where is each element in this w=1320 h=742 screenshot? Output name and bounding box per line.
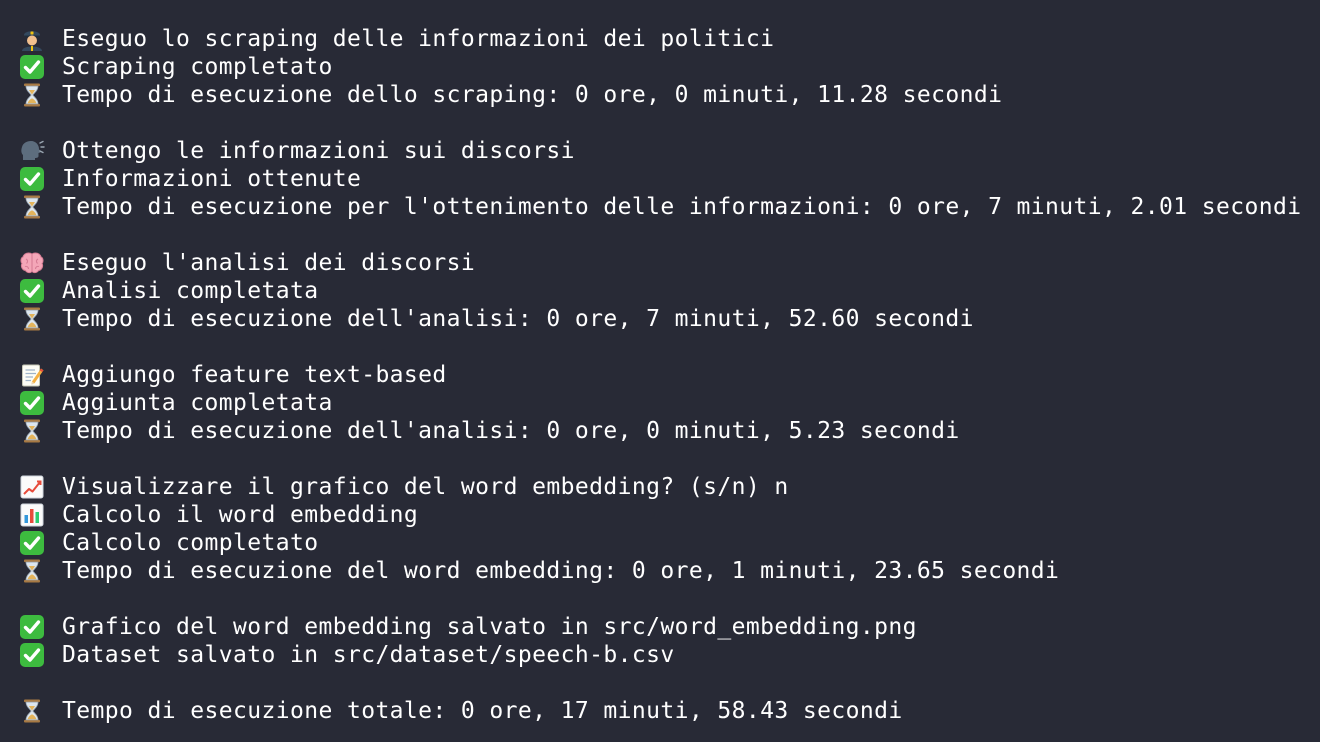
chart-increasing-icon	[19, 474, 45, 500]
output-line-text: Aggiunta completata	[62, 390, 333, 416]
output-line-text: Aggiungo feature text-based	[62, 362, 447, 388]
output-line: Visualizzare il grafico del word embeddi…	[19, 473, 1320, 501]
output-line: Tempo di esecuzione dell'analisi: 0 ore,…	[19, 305, 1320, 333]
output-line: Grafico del word embedding salvato in sr…	[19, 613, 1320, 641]
check-mark-icon	[19, 642, 45, 668]
police-officer-icon	[19, 26, 45, 52]
hourglass-icon	[19, 698, 45, 724]
memo-icon	[19, 362, 45, 388]
output-line-text: Tempo di esecuzione dell'analisi: 0 ore,…	[62, 306, 974, 332]
output-line-text: Calcolo completato	[62, 530, 319, 556]
speaking-head-icon	[19, 138, 45, 164]
output-line: Ottengo le informazioni sui discorsi	[19, 137, 1320, 165]
output-line-text: Tempo di esecuzione per l'ottenimento de…	[62, 194, 1302, 220]
output-line: Tempo di esecuzione dell'analisi: 0 ore,…	[19, 417, 1320, 445]
check-mark-icon	[19, 278, 45, 304]
output-line-text: Tempo di esecuzione del word embedding: …	[62, 558, 1060, 584]
brain-icon	[19, 250, 45, 276]
hourglass-icon	[19, 82, 45, 108]
check-mark-icon	[19, 166, 45, 192]
output-line: Calcolo completato	[19, 529, 1320, 557]
check-mark-icon	[19, 614, 45, 640]
output-line-text: Dataset salvato in src/dataset/speech-b.…	[62, 642, 675, 668]
output-line-text: Ottengo le informazioni sui discorsi	[62, 138, 575, 164]
output-line: Eseguo lo scraping delle informazioni de…	[19, 25, 1320, 53]
output-line: Calcolo il word embedding	[19, 501, 1320, 529]
output-line-text: Eseguo l'analisi dei discorsi	[62, 250, 476, 276]
output-line: Aggiunta completata	[19, 389, 1320, 417]
output-line: Tempo di esecuzione del word embedding: …	[19, 557, 1320, 585]
output-line-text: Visualizzare il grafico del word embeddi…	[62, 474, 789, 500]
hourglass-icon	[19, 418, 45, 444]
check-mark-icon	[19, 54, 45, 80]
check-mark-icon	[19, 530, 45, 556]
output-line-text: Scraping completato	[62, 54, 333, 80]
output-line-text: Tempo di esecuzione dello scraping: 0 or…	[62, 82, 1003, 108]
hourglass-icon	[19, 558, 45, 584]
output-line: Tempo di esecuzione per l'ottenimento de…	[19, 193, 1320, 221]
bar-chart-icon	[19, 502, 45, 528]
output-line-text: Tempo di esecuzione totale: 0 ore, 17 mi…	[62, 698, 903, 724]
output-line: Eseguo l'analisi dei discorsi	[19, 249, 1320, 277]
output-line-text: Analisi completata	[62, 278, 319, 304]
output-line: Informazioni ottenute	[19, 165, 1320, 193]
output-line-text: Calcolo il word embedding	[62, 502, 419, 528]
output-line: Tempo di esecuzione dello scraping: 0 or…	[19, 81, 1320, 109]
output-line: Analisi completata	[19, 277, 1320, 305]
hourglass-icon	[19, 194, 45, 220]
output-line-text: Tempo di esecuzione dell'analisi: 0 ore,…	[62, 418, 960, 444]
hourglass-icon	[19, 306, 45, 332]
output-line-text: Eseguo lo scraping delle informazioni de…	[62, 26, 775, 52]
output-line: Scraping completato	[19, 53, 1320, 81]
terminal-output: Eseguo lo scraping delle informazioni de…	[0, 0, 1320, 742]
output-line-text: Informazioni ottenute	[62, 166, 362, 192]
output-line: Aggiungo feature text-based	[19, 361, 1320, 389]
output-line: Tempo di esecuzione totale: 0 ore, 17 mi…	[19, 697, 1320, 725]
output-line: Dataset salvato in src/dataset/speech-b.…	[19, 641, 1320, 669]
output-line-text: Grafico del word embedding salvato in sr…	[62, 614, 917, 640]
check-mark-icon	[19, 390, 45, 416]
